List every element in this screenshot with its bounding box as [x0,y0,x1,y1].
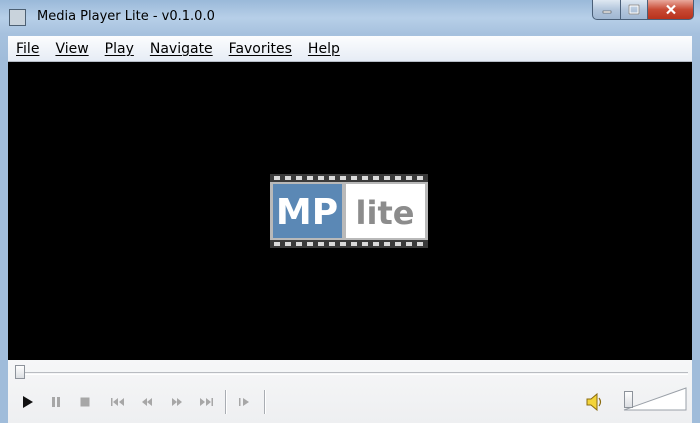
minimize-button[interactable] [592,0,621,20]
maximize-icon [628,4,640,15]
menu-help[interactable]: Help [302,41,346,57]
app-icon[interactable] [9,9,26,26]
rewind-button[interactable] [138,393,156,411]
fast-forward-button[interactable] [168,393,186,411]
menu-play[interactable]: Play [99,41,140,57]
video-area[interactable]: MP lite [8,62,692,360]
menu-view[interactable]: View [49,41,94,57]
minimize-icon [602,10,611,13]
previous-button[interactable] [109,393,127,411]
fast-forward-icon [172,398,182,406]
play-button[interactable] [18,393,36,411]
frame-step-icon [239,398,249,406]
next-icon [200,398,213,406]
pause-button[interactable] [47,393,65,411]
logo-text-mp: MP [276,192,338,233]
mplite-logo: MP lite [270,174,428,248]
control-panel [8,360,692,423]
app-window: Media Player Lite - v0.1.0.0 File View P… [0,0,700,423]
frame-step-button[interactable] [236,393,254,411]
title-bar[interactable]: Media Player Lite - v0.1.0.0 [0,0,700,36]
stop-button[interactable] [76,393,94,411]
previous-icon [111,398,124,406]
toolbar-separator [264,390,266,414]
rewind-icon [142,398,152,406]
menu-file[interactable]: File [8,41,45,57]
seek-bar-track[interactable] [16,372,688,373]
seek-thumb[interactable] [15,365,25,379]
close-button[interactable] [648,0,694,20]
menu-favorites[interactable]: Favorites [223,41,298,57]
maximize-button[interactable] [621,0,648,20]
next-button[interactable] [197,393,215,411]
close-icon [665,4,676,15]
menu-bar: File View Play Navigate Favorites Help [8,36,692,62]
toolbar-separator [225,390,227,414]
seek-bar-track-highlight [16,374,688,375]
pause-icon [52,397,60,407]
stop-icon [80,397,90,407]
caption-buttons [592,0,694,21]
speaker-icon[interactable] [584,392,606,412]
menu-navigate[interactable]: Navigate [144,41,219,57]
play-icon [23,396,33,408]
logo-text-lite: lite [356,194,415,232]
window-title: Media Player Lite - v0.1.0.0 [37,9,215,24]
volume-slider-thumb[interactable] [624,391,633,408]
